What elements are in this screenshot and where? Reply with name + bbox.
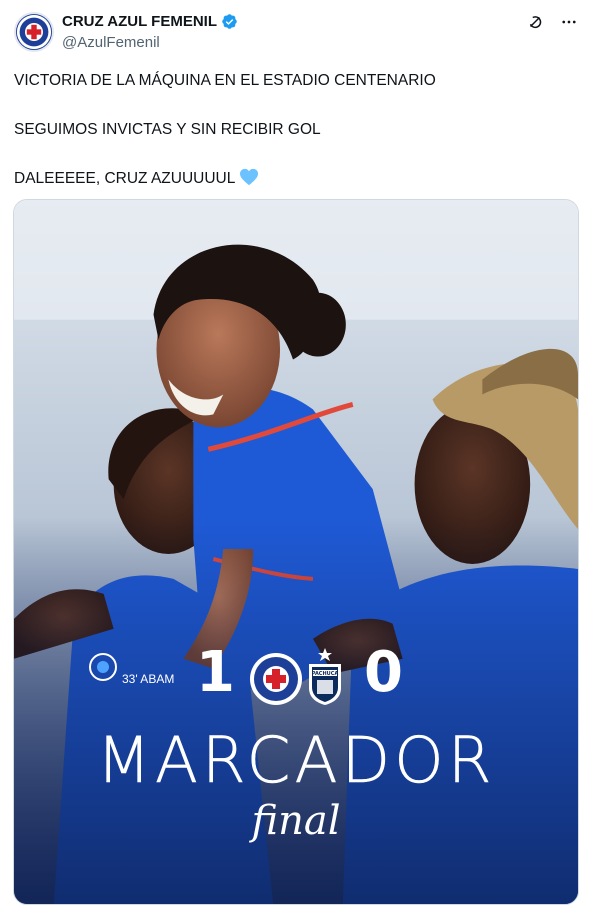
pachuca-crest-icon: PACHUCA xyxy=(309,648,341,705)
display-name[interactable]: CRUZ AZUL FEMENIL xyxy=(62,13,217,30)
light-blue-heart-icon xyxy=(240,168,259,186)
handle[interactable]: @AzulFemenil xyxy=(62,34,160,51)
verified-badge-icon xyxy=(222,14,237,29)
liga-mx-femenil-logo xyxy=(89,653,117,681)
tweet-text: VICTORIA DE LA MÁQUINA EN EL ESTADIO CEN… xyxy=(14,70,574,217)
tweet-line-3: DALEEEEE, CRUZ AZUUUUUL xyxy=(14,168,574,189)
grok-icon[interactable] xyxy=(525,12,545,32)
name-row: CRUZ AZUL FEMENIL xyxy=(62,13,238,30)
away-score: 0 xyxy=(364,640,403,705)
top-actions xyxy=(525,12,579,32)
tweet-line-3-text: DALEEEEE, CRUZ AZUUUUUL xyxy=(14,170,235,187)
cruz-azul-crest-icon xyxy=(250,653,302,705)
pachuca-label: PACHUCA xyxy=(312,671,339,677)
more-options-icon[interactable] xyxy=(559,12,579,32)
final-subtitle: final xyxy=(251,798,341,844)
tweet-card: CRUZ AZUL FEMENIL @AzulFemenil VICTORIA … xyxy=(0,0,593,910)
tweet-line-2: SEGUIMOS INVICTAS Y SIN RECIBIR GOL xyxy=(14,121,321,138)
tweet-line-1: VICTORIA DE LA MÁQUINA EN EL ESTADIO CEN… xyxy=(14,72,436,89)
avatar[interactable] xyxy=(14,12,54,52)
home-score: 1 xyxy=(196,640,236,705)
tweet-media-image[interactable]: 33' ABAM 1 PACHUCA 0 MARCADOR final xyxy=(13,199,579,905)
goal-minute: 33' ABAM xyxy=(122,672,175,686)
marcador-title: MARCADOR xyxy=(96,724,496,798)
